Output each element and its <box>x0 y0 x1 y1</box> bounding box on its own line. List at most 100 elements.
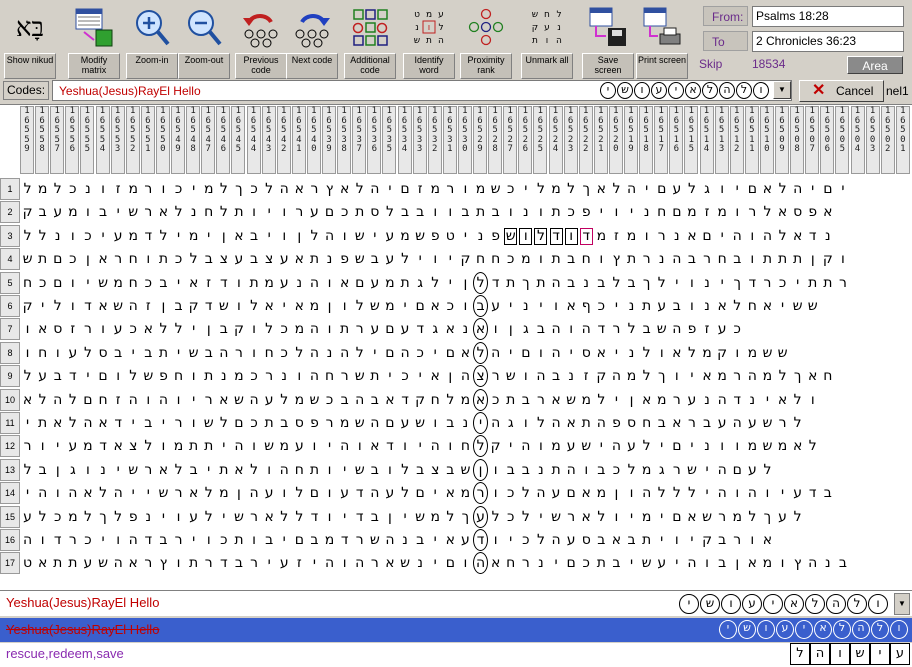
matrix-cell[interactable]: ו <box>50 482 65 504</box>
matrix-cell[interactable]: א <box>292 248 307 270</box>
matrix-cell[interactable]: ה <box>352 552 367 574</box>
matrix-cell[interactable]: מ <box>428 178 443 200</box>
matrix-cell[interactable]: א <box>564 295 579 317</box>
matrix-cell[interactable]: ו <box>156 435 171 457</box>
matrix-cell[interactable]: מ <box>579 389 594 411</box>
matrix-cell[interactable]: ח <box>639 412 654 434</box>
matrix-cell[interactable]: ל <box>292 342 307 364</box>
matrix-cell[interactable]: ע <box>564 435 579 457</box>
matrix-cell[interactable]: ר <box>201 389 216 411</box>
matrix-cell[interactable]: ל <box>80 506 95 528</box>
matrix-cell[interactable]: ו <box>247 318 262 340</box>
matrix-cell[interactable]: ה <box>790 178 805 200</box>
matrix-cell[interactable]: ח <box>262 342 277 364</box>
matrix-cell[interactable]: ש <box>398 552 413 574</box>
matrix-cell[interactable]: י <box>700 459 715 481</box>
matrix-cell[interactable]: ש <box>579 435 594 457</box>
matrix-cell[interactable]: ב <box>730 248 745 270</box>
matrix-cell[interactable]: ו <box>171 389 186 411</box>
matrix-cell[interactable]: ן <box>730 552 745 574</box>
matrix-cell[interactable]: ו <box>745 529 760 551</box>
matrix-cell[interactable]: ר <box>20 435 35 457</box>
matrix-cell[interactable]: י <box>684 529 699 551</box>
matrix-cell[interactable]: א <box>564 412 579 434</box>
matrix-cell[interactable]: מ <box>126 178 141 200</box>
matrix-cell[interactable]: ל <box>488 506 503 528</box>
matrix-cell[interactable]: י <box>503 435 518 457</box>
matrix-cell[interactable]: ה <box>126 389 141 411</box>
matrix-cell[interactable]: ל <box>292 506 307 528</box>
matrix-cell[interactable]: ב <box>111 342 126 364</box>
matrix-cell[interactable]: א <box>684 506 699 528</box>
matrix-cell[interactable]: ו <box>231 272 246 294</box>
matrix-cell[interactable]: א <box>231 459 246 481</box>
matrix-cell[interactable]: ר <box>141 178 156 200</box>
matrix-cell[interactable]: ל <box>20 178 35 200</box>
matrix-cell[interactable]: א <box>96 248 111 270</box>
matrix-cell[interactable]: ו <box>594 248 609 270</box>
matrix-cell[interactable]: א <box>579 482 594 504</box>
matrix-cell[interactable]: ח <box>473 248 488 270</box>
matrix-cell[interactable]: ע <box>715 318 730 340</box>
matrix-cell[interactable]: כ <box>503 482 518 504</box>
matrix-cell[interactable]: ר <box>745 201 760 223</box>
matrix-cell[interactable]: ה <box>549 318 564 340</box>
matrix-cell[interactable]: ו <box>488 459 503 481</box>
matrix-cell[interactable]: ר <box>80 318 95 340</box>
matrix-cell[interactable]: ו <box>80 459 95 481</box>
matrix-cell[interactable]: ה <box>518 435 533 457</box>
matrix-cell[interactable]: י <box>398 506 413 528</box>
matrix-cell[interactable]: ה <box>594 412 609 434</box>
matrix-cell[interactable]: ת <box>156 342 171 364</box>
matrix-cell[interactable]: ת <box>820 272 835 294</box>
matrix-cell[interactable]: ל <box>564 178 579 200</box>
matrix-cell[interactable]: ר <box>669 389 684 411</box>
matrix-cell[interactable]: ל <box>684 482 699 504</box>
matrix-cell[interactable]: ד <box>141 529 156 551</box>
matrix-cell[interactable]: א <box>669 412 684 434</box>
matrix-cell[interactable]: ק <box>20 201 35 223</box>
matrix-cell[interactable]: ר <box>231 342 246 364</box>
matrix-cell[interactable]: ק <box>820 248 835 270</box>
matrix-cell[interactable]: ר <box>730 529 745 551</box>
matrix-cell[interactable]: ם <box>413 295 428 317</box>
matrix-cell[interactable]: מ <box>775 435 790 457</box>
matrix-cell[interactable]: י <box>367 342 382 364</box>
matrix-cell[interactable]: ל <box>247 459 262 481</box>
matrix-cell[interactable]: י <box>443 272 458 294</box>
matrix-cell[interactable]: פ <box>156 365 171 387</box>
matrix-cell[interactable]: ע <box>382 248 397 270</box>
matrix-cell[interactable]: ד <box>111 412 126 434</box>
matrix-cell[interactable]: כ <box>322 389 337 411</box>
matrix-cell[interactable]: י <box>639 178 654 200</box>
matrix-cell[interactable]: ש <box>156 482 171 504</box>
matrix-cell[interactable]: י <box>503 295 518 317</box>
matrix-cell[interactable]: ו <box>292 365 307 387</box>
matrix-cell[interactable]: א <box>96 295 111 317</box>
matrix-cell[interactable]: א <box>156 201 171 223</box>
matrix-cell[interactable]: מ <box>231 365 246 387</box>
matrix-cell[interactable]: ל <box>775 178 790 200</box>
matrix-cell[interactable]: ה <box>669 318 684 340</box>
matrix-cell[interactable]: ו <box>654 342 669 364</box>
matrix-cell[interactable]: נ <box>533 552 548 574</box>
matrix-cell[interactable]: ו <box>730 482 745 504</box>
matrix-cell[interactable]: ל <box>624 459 639 481</box>
matrix-cell[interactable]: ל <box>20 225 35 247</box>
matrix-cell[interactable]: י <box>503 529 518 551</box>
matrix-cell[interactable]: י <box>141 482 156 504</box>
matrix-cell[interactable]: ח <box>201 201 216 223</box>
matrix-cell[interactable]: ל <box>639 435 654 457</box>
matrix-cell[interactable]: נ <box>518 295 533 317</box>
matrix-cell[interactable]: ם <box>231 412 246 434</box>
matrix-cell[interactable]: ך <box>231 178 246 200</box>
matrix-cell[interactable]: נ <box>186 201 201 223</box>
matrix-cell[interactable]: מ <box>684 201 699 223</box>
matrix-cell[interactable]: מ <box>745 342 760 364</box>
matrix-cell[interactable]: ז <box>413 178 428 200</box>
matrix-cell[interactable]: ב <box>715 552 730 574</box>
matrix-cell[interactable]: ו <box>488 482 503 504</box>
matrix-cell[interactable]: י <box>171 225 186 247</box>
matrix-cell[interactable]: ם <box>564 482 579 504</box>
matrix-cell[interactable]: י <box>624 506 639 528</box>
